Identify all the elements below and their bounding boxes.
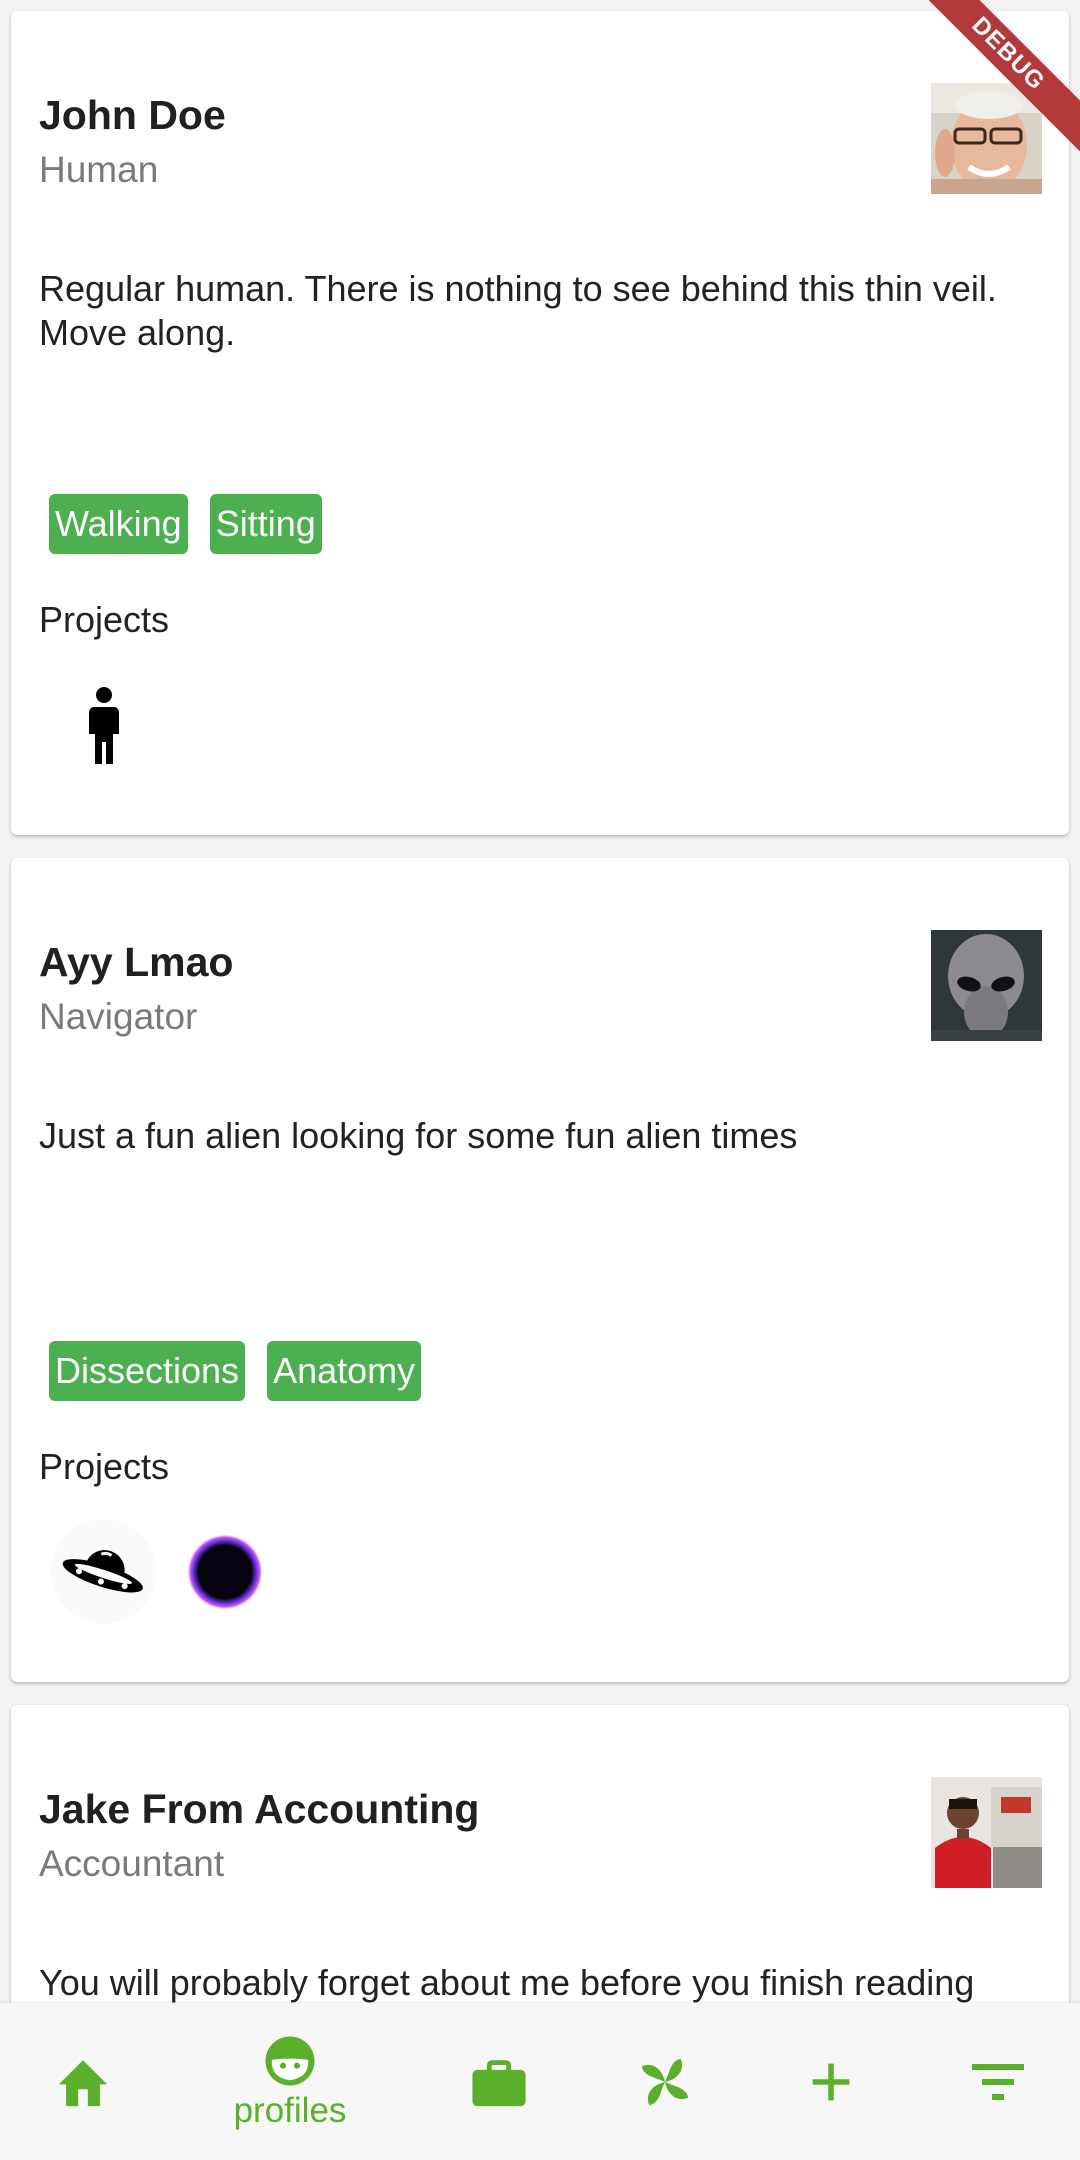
profile-role: Accountant — [39, 1843, 225, 1884]
profile-role: Human — [39, 149, 159, 190]
nav-home[interactable] — [44, 2003, 122, 2160]
tag-chip[interactable]: Anatomy — [267, 1341, 422, 1401]
projects-label: Projects — [39, 599, 170, 640]
project-list — [51, 672, 156, 777]
projects-label: Projects — [39, 1446, 170, 1487]
ufo-icon[interactable] — [51, 1519, 156, 1624]
profile-feed[interactable]: John Doe Human Regular human. There is n… — [0, 0, 1080, 2003]
nav-work[interactable] — [466, 2003, 532, 2160]
profiles-icon — [265, 2036, 315, 2085]
tag-list: Dissections Anatomy — [49, 1341, 422, 1401]
nav-profiles[interactable]: profiles — [200, 2003, 380, 2160]
briefcase-icon — [472, 2059, 526, 2106]
debug-banner: DEBUG — [910, 0, 1080, 170]
nav-filter[interactable] — [970, 2003, 1026, 2160]
nav-add[interactable] — [806, 2003, 856, 2160]
profile-name: John Doe — [39, 92, 226, 138]
home-icon — [58, 2059, 108, 2106]
profile-name: Jake From Accounting — [39, 1786, 480, 1832]
black-hole-icon[interactable] — [172, 1519, 277, 1624]
avatar — [931, 1777, 1042, 1888]
profile-card[interactable]: Jake From Accounting Accountant You will… — [11, 1705, 1069, 2003]
debug-banner-label: DEBUG — [910, 0, 1080, 159]
add-icon — [812, 2063, 850, 2100]
profile-role: Navigator — [39, 996, 198, 1037]
profile-name: Ayy Lmao — [39, 939, 234, 985]
nav-projects[interactable] — [630, 2003, 700, 2160]
project-list — [51, 1519, 277, 1624]
pinwheel-icon — [641, 2058, 689, 2105]
person-icon[interactable] — [51, 672, 156, 777]
profile-bio: You will probably forget about me before… — [39, 1962, 975, 2003]
bottom-navigation: profiles — [0, 2003, 1080, 2160]
avatar — [931, 930, 1042, 1041]
tag-chip[interactable]: Dissections — [49, 1341, 246, 1401]
tag-chip[interactable]: Sitting — [209, 494, 322, 554]
tag-list: Walking Sitting — [49, 494, 322, 554]
filter-icon — [972, 2063, 1024, 2100]
nav-profiles-label: profiles — [233, 2090, 347, 2130]
profile-bio: Just a fun alien looking for some fun al… — [39, 1115, 798, 1156]
profile-bio: Regular human. There is nothing to see b… — [39, 268, 997, 353]
profile-card[interactable]: Ayy Lmao Navigator Just a fun alien look… — [11, 858, 1069, 1682]
tag-chip[interactable]: Walking — [49, 494, 188, 554]
